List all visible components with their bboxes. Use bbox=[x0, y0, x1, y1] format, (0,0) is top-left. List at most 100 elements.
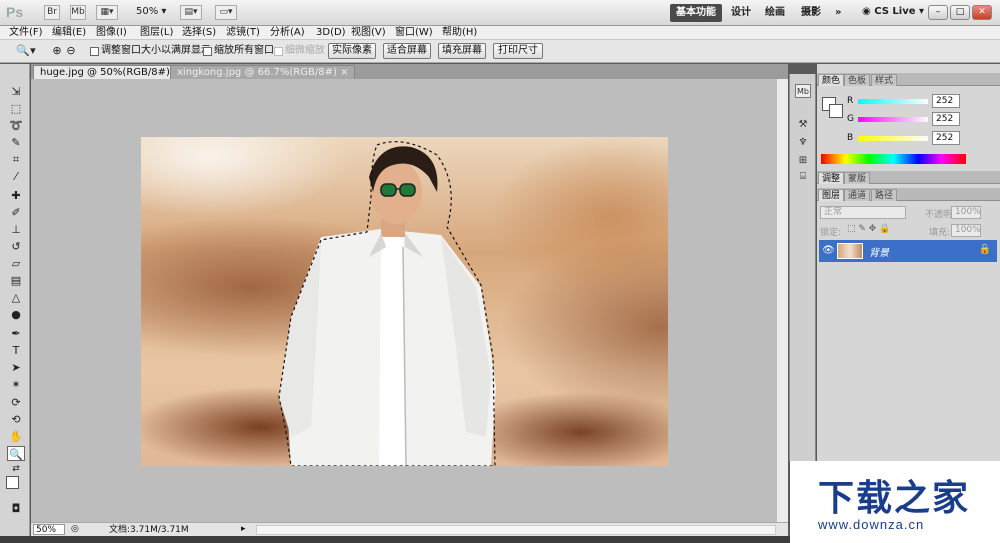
tab-masks[interactable]: 蒙版 bbox=[844, 172, 871, 184]
lasso-tool-icon[interactable]: ➰ bbox=[7, 118, 25, 133]
workspace-essentials[interactable]: 基本功能 bbox=[670, 4, 722, 22]
red-slider[interactable] bbox=[858, 98, 928, 104]
tool-presets-icon[interactable]: ⚒ bbox=[795, 118, 811, 132]
zoom-level-value: 50% bbox=[136, 6, 159, 17]
brushes-icon[interactable]: ♆ bbox=[795, 136, 811, 150]
tab-paths[interactable]: 路径 bbox=[871, 189, 898, 201]
move-tool-icon[interactable]: ⇲ bbox=[7, 84, 25, 99]
tab-label: xingkong.jpg @ 66.7%(RGB/8#) bbox=[177, 67, 337, 78]
tab-color[interactable]: 颜色 bbox=[818, 74, 845, 86]
zoom-out-icon[interactable]: ⊖ bbox=[64, 43, 78, 58]
document-image[interactable] bbox=[141, 137, 668, 466]
horizontal-scrollbar[interactable] bbox=[256, 525, 776, 535]
green-slider[interactable] bbox=[858, 116, 928, 122]
3d-rotate-tool-icon[interactable]: ⟳ bbox=[7, 395, 25, 410]
blur-tool-icon[interactable]: △ bbox=[7, 290, 25, 305]
opacity-input[interactable]: 100% bbox=[951, 206, 981, 219]
eraser-tool-icon[interactable]: ▱ bbox=[7, 256, 25, 271]
brush-tool-icon[interactable]: ✐ bbox=[7, 205, 25, 220]
green-value-input[interactable]: 252 bbox=[932, 112, 960, 126]
print-size-button[interactable]: 打印尺寸 bbox=[493, 43, 543, 59]
menu-edit[interactable]: 编辑(E) bbox=[52, 26, 86, 40]
status-zoom-field[interactable]: 50% bbox=[33, 524, 65, 535]
cs-live-menu[interactable]: ◉ CS Live ▾ bbox=[862, 6, 924, 17]
zoom-all-windows-checkbox[interactable]: 缩放所有窗口 bbox=[203, 45, 274, 57]
screen-mode-button[interactable]: ▭▾ bbox=[215, 5, 237, 20]
marquee-tool-icon[interactable]: ⬚ bbox=[7, 101, 25, 116]
tab-styles[interactable]: 样式 bbox=[871, 74, 898, 86]
mini-bridge-button[interactable]: Mb bbox=[70, 5, 86, 20]
color-spectrum-bar[interactable] bbox=[821, 154, 966, 164]
layer-row-background[interactable]: 👁 背景 🔒 bbox=[819, 240, 997, 262]
workspace-design[interactable]: 设计 bbox=[725, 4, 757, 22]
healing-brush-tool-icon[interactable]: ✚ bbox=[7, 188, 25, 203]
vertical-scrollbar[interactable] bbox=[776, 79, 788, 522]
close-button[interactable]: ✕ bbox=[972, 5, 992, 20]
close-tab-icon[interactable]: × bbox=[340, 67, 348, 78]
blue-slider[interactable] bbox=[858, 135, 928, 141]
menu-window[interactable]: 窗口(W) bbox=[395, 26, 433, 40]
foreground-color-swatch[interactable] bbox=[6, 476, 19, 489]
tools-panel: ⇲ ⬚ ➰ ✎ ⌗ ⁄ ✚ ✐ ⊥ ↺ ▱ ▤ △ ● ✒ T ➤ ✶ ⟳ ⟲ … bbox=[0, 64, 30, 543]
crop-tool-icon[interactable]: ⌗ bbox=[7, 152, 25, 167]
fit-screen-button[interactable]: 适合屏幕 bbox=[383, 43, 431, 59]
menu-help[interactable]: 帮助(H) bbox=[442, 26, 477, 40]
gradient-tool-icon[interactable]: ▤ bbox=[7, 273, 25, 288]
visibility-eye-icon[interactable]: 👁 bbox=[822, 245, 835, 256]
menu-file[interactable]: 文件(F) bbox=[9, 26, 43, 40]
eyedropper-tool-icon[interactable]: ⁄ bbox=[7, 169, 25, 184]
minimize-button[interactable]: – bbox=[928, 5, 948, 20]
restore-button[interactable]: □ bbox=[950, 5, 970, 20]
zoom-tool-icon[interactable]: 🔍 bbox=[7, 446, 25, 461]
tab-swatches[interactable]: 色板 bbox=[844, 74, 871, 86]
tab-adjustments[interactable]: 调整 bbox=[818, 172, 845, 184]
clone-source-icon[interactable]: ⊞ bbox=[795, 154, 811, 168]
menu-image[interactable]: 图像(I) bbox=[96, 26, 127, 40]
collapsed-panel-strip: Mb ⚒ ♆ ⊞ ⌸ bbox=[789, 74, 816, 461]
menu-3d[interactable]: 3D(D) bbox=[316, 26, 346, 40]
tab-channels[interactable]: 通道 bbox=[844, 189, 871, 201]
tab-layers[interactable]: 图层 bbox=[818, 189, 845, 201]
red-label: R bbox=[847, 96, 854, 106]
actual-pixels-button[interactable]: 实际像素 bbox=[328, 43, 376, 59]
menu-layer[interactable]: 图层(L) bbox=[140, 26, 173, 40]
status-info-icon[interactable]: ◎ bbox=[71, 524, 79, 534]
blend-mode-select[interactable]: 正常 bbox=[820, 206, 906, 219]
3d-orbit-tool-icon[interactable]: ⟲ bbox=[7, 412, 25, 427]
hand-tool-icon[interactable]: ✋ bbox=[7, 429, 25, 444]
status-menu-arrow-icon[interactable]: ▸ bbox=[241, 524, 246, 534]
zoom-in-icon[interactable]: ⊕ bbox=[50, 43, 64, 58]
shape-tool-icon[interactable]: ✶ bbox=[7, 377, 25, 392]
menu-analysis[interactable]: 分析(A) bbox=[270, 26, 305, 40]
path-selection-tool-icon[interactable]: ➤ bbox=[7, 360, 25, 375]
fill-screen-button[interactable]: 填充屏幕 bbox=[438, 43, 486, 59]
dodge-tool-icon[interactable]: ● bbox=[7, 307, 25, 322]
more-workspaces-icon[interactable]: » bbox=[829, 4, 847, 22]
workspace-photography[interactable]: 摄影 bbox=[795, 4, 827, 22]
lock-icons[interactable]: ⬚ ✎ ✥ 🔒 bbox=[847, 224, 890, 234]
pen-tool-icon[interactable]: ✒ bbox=[7, 326, 25, 341]
arrange-documents-button[interactable]: ▤▾ bbox=[180, 5, 202, 20]
mini-bridge-icon[interactable]: Mb bbox=[795, 84, 811, 98]
history-brush-tool-icon[interactable]: ↺ bbox=[7, 239, 25, 254]
workspace-painting[interactable]: 绘画 bbox=[759, 4, 791, 22]
swap-colors-icon[interactable]: ⇄ bbox=[7, 462, 25, 477]
zoom-tool-preset-picker[interactable]: 🔍▾ bbox=[12, 43, 40, 58]
quick-mask-icon[interactable]: ◘ bbox=[7, 501, 25, 516]
color-panel-background-swatch[interactable] bbox=[829, 104, 843, 118]
type-tool-icon[interactable]: T bbox=[7, 343, 25, 358]
view-extras-button[interactable]: ▦▾ bbox=[96, 5, 118, 20]
menu-filter[interactable]: 滤镜(T) bbox=[226, 26, 260, 40]
resize-windows-checkbox[interactable]: 调整窗口大小以满屏显示 bbox=[90, 45, 211, 57]
red-value-input[interactable]: 252 bbox=[932, 94, 960, 108]
quick-selection-tool-icon[interactable]: ✎ bbox=[7, 135, 25, 150]
zoom-level-select[interactable]: 50% ▾ bbox=[136, 6, 166, 17]
fill-input[interactable]: 100% bbox=[951, 224, 981, 237]
tab-xingkong-jpg[interactable]: xingkong.jpg @ 66.7%(RGB/8#) × bbox=[170, 65, 356, 79]
menu-view[interactable]: 视图(V) bbox=[351, 26, 386, 40]
menu-select[interactable]: 选择(S) bbox=[182, 26, 216, 40]
bridge-button[interactable]: Br bbox=[44, 5, 60, 20]
clone-stamp-tool-icon[interactable]: ⊥ bbox=[7, 222, 25, 237]
blue-value-input[interactable]: 252 bbox=[932, 131, 960, 145]
history-icon[interactable]: ⌸ bbox=[795, 170, 811, 184]
